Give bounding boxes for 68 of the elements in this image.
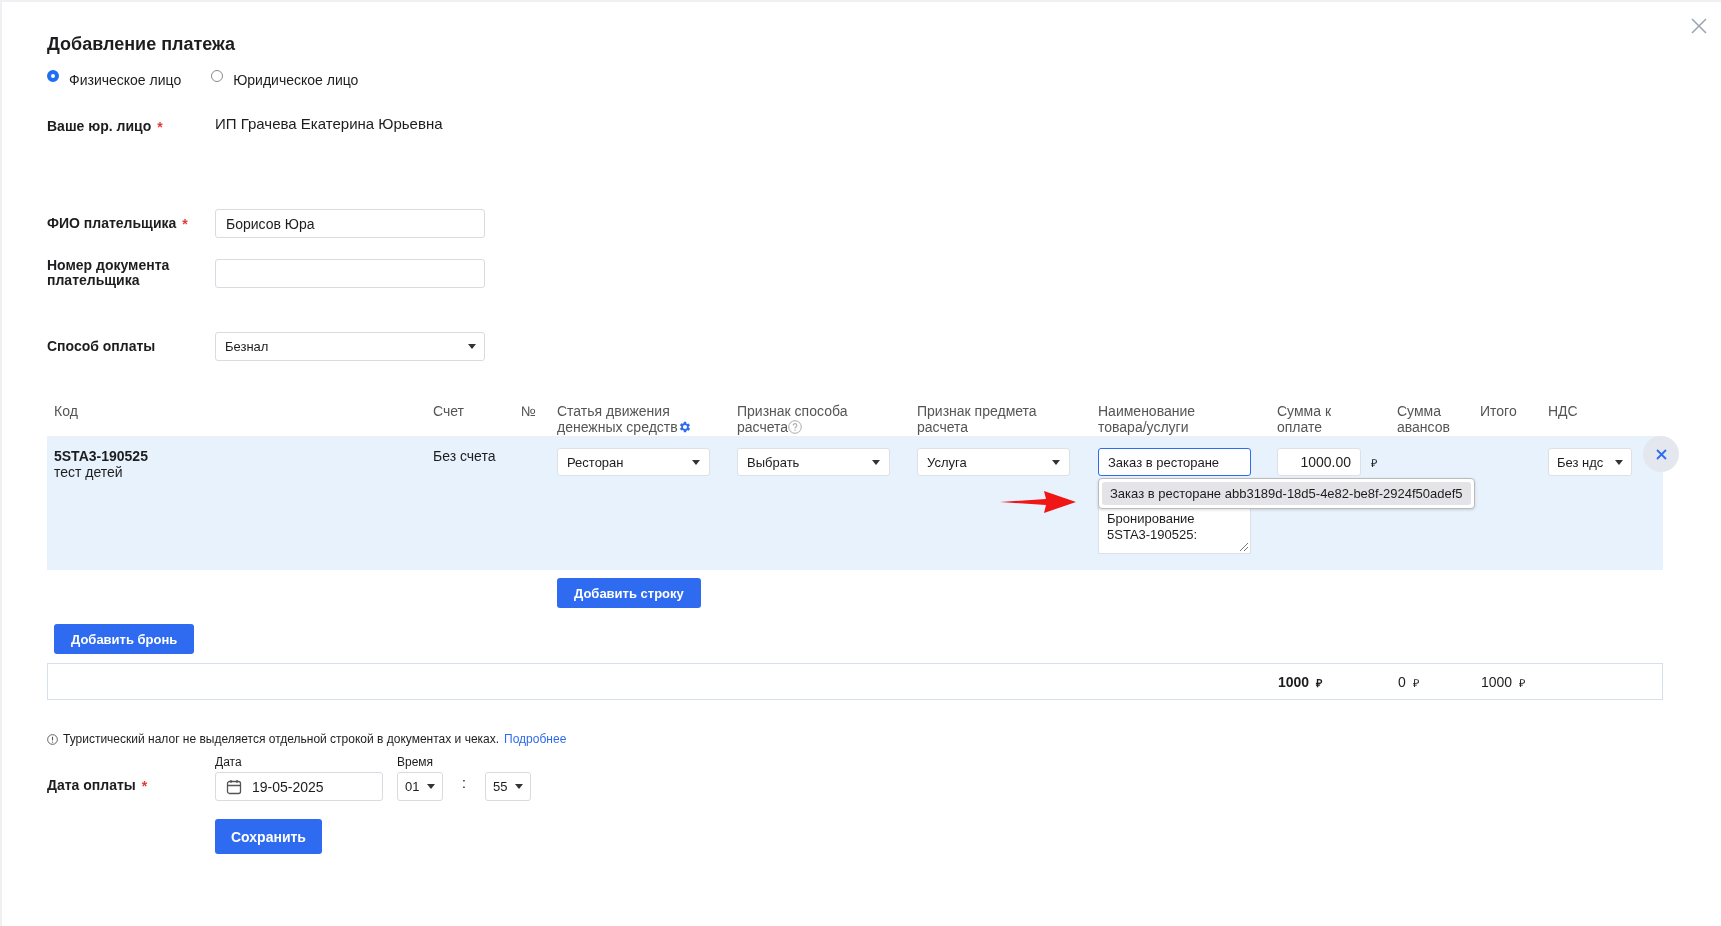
caret-icon [692, 459, 700, 465]
column-header: Сумма авансов [1397, 403, 1451, 435]
resize-handle-icon[interactable] [1239, 542, 1248, 551]
caret-icon [515, 784, 523, 789]
select-field[interactable]: Услуга [917, 448, 1070, 476]
save-button[interactable]: Сохранить [215, 819, 322, 854]
column-header: Статья движения денежных средств [557, 403, 692, 435]
column-header: Признак предмета расчета [917, 403, 1038, 435]
column-header: Сумма к оплате [1277, 403, 1332, 435]
column-header: № [521, 403, 537, 419]
input-field[interactable]: Борисов Юра [215, 209, 485, 238]
total-value: 1000 ₽ [1278, 673, 1324, 690]
suggestion-item[interactable]: Заказ в ресторане abb3189d-18d5-4e82-be8f-2924f50adef5 [1102, 482, 1471, 505]
input-field[interactable]: Заказ в ресторане [1098, 448, 1251, 476]
remove-row-button[interactable] [1643, 436, 1679, 472]
radio-option[interactable]: Юридическое лицо [211, 72, 359, 88]
field-label: Дата оплаты [47, 778, 136, 793]
caret-icon [1052, 459, 1060, 465]
select-field[interactable]: Без ндс [1548, 448, 1632, 476]
add-booking-button[interactable]: Добавить бронь [54, 624, 195, 654]
date-label: Дата [215, 755, 243, 769]
time-separator: : [461, 774, 467, 791]
close-button[interactable] [1691, 18, 1707, 34]
field-label: ФИО плательщика [47, 215, 177, 231]
radio-option[interactable]: Физическое лицо [47, 72, 182, 88]
amount-field[interactable]: 1000.00 [1277, 448, 1361, 476]
booking-description: тест детей [54, 464, 124, 480]
column-header: Счет [433, 403, 464, 419]
notice-text: Туристический налог не выделяется отдельной строкой в документах и чеках. [63, 732, 500, 746]
input-field[interactable] [215, 258, 485, 288]
select-field[interactable]: Выбрать [737, 448, 890, 476]
booking-code: 5STA3-190525 [54, 448, 149, 464]
text-area[interactable]: Бронирование 5STA3-190525: [1098, 506, 1251, 554]
column-header: Итого [1480, 403, 1517, 419]
total-value: 0 ₽ [1398, 673, 1420, 690]
close-icon [1691, 18, 1707, 34]
total-value: 1000 ₽ [1481, 673, 1527, 690]
more-link[interactable]: Подробнее [504, 732, 567, 746]
column-header: Код [54, 403, 78, 419]
calendar-icon [226, 778, 242, 795]
column-header: НДС [1548, 403, 1578, 419]
field-label: Ваше юр. лицо [47, 119, 152, 134]
minutes-select[interactable]: 55 [485, 772, 531, 801]
select-field[interactable]: Безнал [215, 332, 485, 361]
caret-icon [427, 784, 435, 789]
required-mark: * [157, 119, 163, 135]
caret-icon [468, 344, 476, 349]
required-mark: * [141, 778, 148, 794]
caret-icon [1615, 459, 1623, 465]
gear-icon[interactable] [677, 420, 692, 434]
column-header: Признак способа расчета [737, 403, 849, 435]
required-mark: * [182, 215, 188, 232]
account-text: Без счета [433, 448, 497, 464]
field-value: ИП Грачева Екатерина Юрьевна [215, 115, 443, 132]
currency-sign: ₽ [1371, 455, 1377, 470]
dialog-title: Добавление платежа [47, 34, 237, 56]
close-icon [1655, 448, 1667, 460]
hours-select[interactable]: 01 [397, 772, 443, 801]
help-icon[interactable] [788, 420, 803, 434]
column-header: Наименование товара/услуги [1098, 403, 1197, 435]
time-label: Время [397, 755, 435, 769]
add-row-button[interactable]: Добавить строку [557, 578, 701, 608]
field-label: Способ оплаты [47, 339, 156, 354]
select-field[interactable]: Ресторан [557, 448, 710, 476]
field-label: Номер документа плательщика [47, 258, 171, 288]
caret-icon [872, 459, 880, 465]
info-icon [47, 733, 58, 745]
date-field[interactable]: 19-05-2025 [215, 772, 383, 801]
